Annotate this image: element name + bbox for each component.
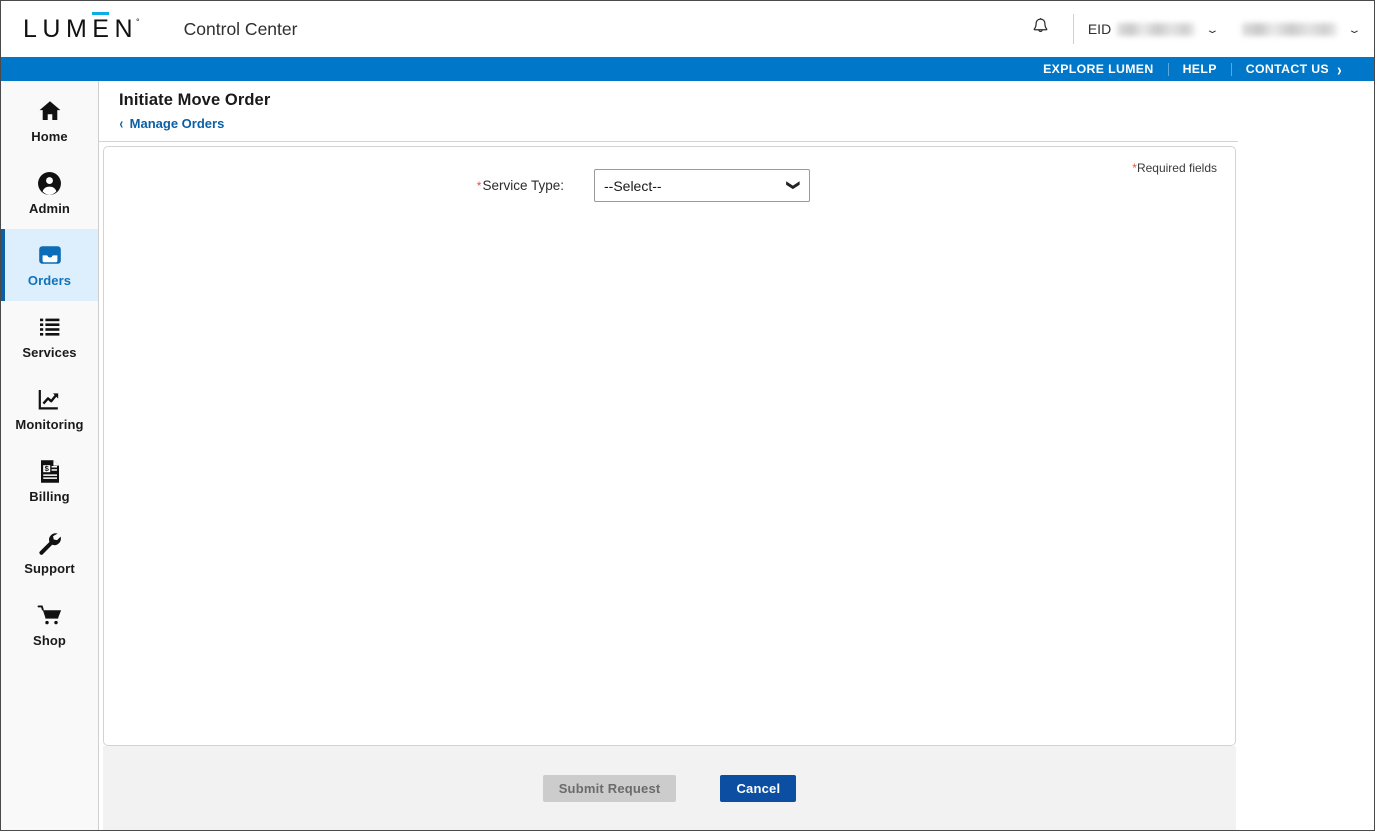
- chevron-right-icon: ›: [1336, 59, 1342, 79]
- service-type-select-wrapper: --Select-- ❯: [594, 169, 810, 202]
- chevron-down-icon: ⌄: [1347, 23, 1362, 35]
- sidebar-item-support-label: Support: [24, 561, 75, 576]
- primary-sidebar: Home Admin Orders Services Monitoring $ …: [1, 81, 98, 830]
- nav-help[interactable]: HELP: [1169, 62, 1231, 76]
- sidebar-item-orders-label: Orders: [27, 273, 72, 288]
- eid-value-masked: [1117, 22, 1196, 36]
- bell-icon: [1031, 17, 1050, 42]
- sidebar-item-billing[interactable]: $ Billing: [1, 445, 98, 517]
- home-icon: [38, 98, 62, 124]
- sidebar-item-orders[interactable]: Orders: [1, 229, 98, 301]
- chevron-down-icon: ⌄: [1205, 23, 1221, 35]
- required-fields-label: Required fields: [1136, 161, 1217, 175]
- nav-contact-us[interactable]: CONTACT US ›: [1232, 59, 1356, 79]
- logo-text-n: N: [114, 14, 139, 43]
- required-fields-note: *Required fields: [1132, 161, 1217, 175]
- account-selector[interactable]: ⌄: [1218, 22, 1362, 36]
- sidebar-item-shop[interactable]: Shop: [1, 589, 98, 661]
- nav-explore-lumen[interactable]: EXPLORE LUMEN: [1029, 62, 1167, 76]
- header-divider: [1072, 14, 1074, 44]
- cancel-button[interactable]: Cancel: [720, 774, 797, 802]
- nav-help-label: HELP: [1182, 62, 1217, 76]
- sidebar-item-shop-label: Shop: [33, 633, 66, 648]
- logo-wordmark: LUMEN: [23, 11, 139, 43]
- main-content: Initiate Move Order ‹ Manage Orders *Req…: [98, 81, 1374, 830]
- chart-trend-icon: [37, 386, 62, 412]
- sidebar-item-admin-label: Admin: [29, 201, 70, 216]
- notifications-button[interactable]: [1023, 11, 1059, 47]
- sidebar-item-support[interactable]: Support: [1, 517, 98, 589]
- logo-text-lum: LUM: [23, 14, 93, 43]
- form-action-bar: Submit Request Cancel: [103, 746, 1236, 830]
- browser-page: LUMEN ° Control Center EID ⌄ ⌄ EXPLORE L…: [0, 0, 1375, 831]
- sidebar-item-home[interactable]: Home: [1, 85, 98, 157]
- sidebar-item-admin[interactable]: Admin: [1, 157, 98, 229]
- sidebar-item-monitoring[interactable]: Monitoring: [1, 373, 98, 445]
- sidebar-item-services[interactable]: Services: [1, 301, 98, 373]
- submit-request-button[interactable]: Submit Request: [542, 774, 677, 802]
- sidebar-item-monitoring-label: Monitoring: [15, 417, 84, 432]
- required-asterisk-icon: *: [476, 179, 482, 193]
- nav-contact-us-label: CONTACT US: [1245, 62, 1329, 76]
- user-circle-icon: [37, 170, 62, 196]
- app-title: Control Center: [183, 18, 298, 39]
- utility-nav-bar: EXPLORE LUMEN HELP CONTACT US ›: [1, 57, 1374, 81]
- eid-label: EID: [1087, 21, 1112, 37]
- breadcrumb-back-manage-orders[interactable]: ‹ Manage Orders: [119, 113, 225, 133]
- header-right-cluster: EID ⌄ ⌄: [1023, 1, 1362, 57]
- logo-letter-e: E: [92, 11, 115, 43]
- top-header: LUMEN ° Control Center EID ⌄ ⌄: [1, 1, 1374, 57]
- invoice-dollar-icon: $: [39, 458, 61, 484]
- lumen-logo[interactable]: LUMEN °: [23, 11, 140, 43]
- page-title: Initiate Move Order: [119, 91, 271, 109]
- form-area: *Required fields *Service Type: --Select…: [99, 142, 1238, 830]
- eid-selector[interactable]: EID ⌄: [1087, 21, 1221, 37]
- breadcrumb-label: Manage Orders: [129, 115, 225, 131]
- list-icon: [38, 314, 62, 340]
- shopping-cart-icon: [37, 602, 63, 628]
- body-container: Home Admin Orders Services Monitoring $ …: [1, 81, 1374, 830]
- content-column: Initiate Move Order ‹ Manage Orders *Req…: [99, 81, 1238, 830]
- wrench-icon: [37, 530, 62, 556]
- nav-explore-lumen-label: EXPLORE LUMEN: [1043, 62, 1154, 76]
- move-order-form-card: *Required fields *Service Type: --Select…: [103, 146, 1236, 746]
- sidebar-item-billing-label: Billing: [29, 489, 70, 504]
- form-row-service-type: *Service Type: --Select-- ❯: [104, 147, 1235, 202]
- service-type-label: *Service Type:: [456, 178, 564, 193]
- inbox-tray-icon: [37, 242, 63, 268]
- sidebar-item-home-label: Home: [31, 129, 68, 144]
- account-value-masked: [1242, 22, 1338, 36]
- page-header: Initiate Move Order ‹ Manage Orders: [99, 81, 1238, 142]
- chevron-left-icon: ‹: [119, 113, 124, 133]
- sidebar-item-services-label: Services: [22, 345, 77, 360]
- service-type-label-text: Service Type:: [482, 178, 564, 193]
- service-type-select[interactable]: --Select--: [594, 169, 810, 202]
